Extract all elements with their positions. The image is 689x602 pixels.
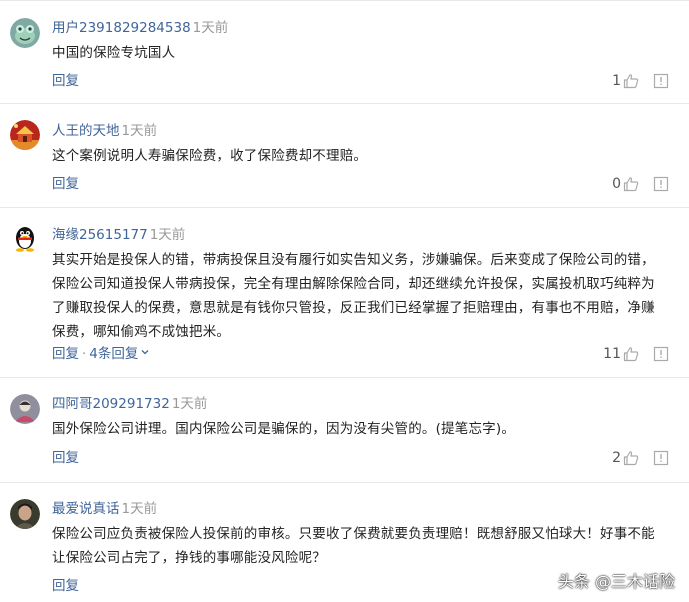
comment-line: 让保险公司占完了，挣钱的事哪能没风险呢？ <box>52 550 326 566</box>
comment-actions: 回复 <box>52 71 79 91</box>
portrait-avatar-icon[interactable] <box>10 499 40 529</box>
comment-line: 中国的保险专坑国人 <box>52 45 176 61</box>
comment-actions: 回复 · 4条回复 <box>52 344 149 364</box>
comment-tools: 1 <box>612 71 669 91</box>
reply-button[interactable]: 回复 <box>52 578 79 594</box>
comment-meta: 最爱说真话 1天前 <box>52 499 157 519</box>
comment-line: 保险公司知道投保人带病投保，完全有理由解除保险合同，却还继续允许投保，实属投机取… <box>52 276 655 292</box>
comment-line: 其实开始是投保人的错，带病投保且没有履行如实告知义务，涉嫌骗保。后来变成了保险公… <box>52 252 655 268</box>
report-icon[interactable] <box>653 450 669 466</box>
comment-tools: 0 <box>612 174 669 194</box>
comment-item: 人王的天地 1天前 这个案例说明人寿骗保险费，收了保险费却不理赔。 回复 0 <box>0 104 689 208</box>
comment-line: 保费，哪知偷鸡不成蚀把米。 <box>52 324 231 340</box>
separator-dot: · <box>82 346 87 362</box>
like-count: 11 <box>603 346 621 362</box>
person-avatar-icon[interactable] <box>10 394 40 424</box>
comment-line: 这个案例说明人寿骗保险费，收了保险费却不理赔。 <box>52 148 368 164</box>
report-icon[interactable] <box>653 73 669 89</box>
comment-meta: 用户2391829284538 1天前 <box>52 18 228 38</box>
username[interactable]: 最爱说真话 <box>52 501 120 517</box>
reply-button[interactable]: 回复 <box>52 346 79 362</box>
like-count: 1 <box>612 73 621 89</box>
comment-time: 1天前 <box>192 20 229 36</box>
comment-item: 用户2391829284538 1天前 中国的保险专坑国人 回复 1 <box>0 0 689 104</box>
comment-time: 1天前 <box>149 227 186 243</box>
comment-line: 保险公司应负责被保险人投保前的审核。只要收了保费就要负责理赔！既想舒服又怕球大！… <box>52 526 655 542</box>
reply-button[interactable]: 回复 <box>52 450 79 466</box>
thumbs-up-icon[interactable] <box>623 346 639 362</box>
comment-text: 其实开始是投保人的错，带病投保且没有履行如实告知义务，涉嫌骗保。后来变成了保险公… <box>52 248 680 344</box>
thumbs-up-icon[interactable] <box>623 450 639 466</box>
comment-list: 用户2391829284538 1天前 中国的保险专坑国人 回复 1 人王的天地… <box>0 0 689 601</box>
thumbs-up-icon[interactable] <box>623 176 639 192</box>
comment-actions: 回复 <box>52 174 79 194</box>
comment-tools: 11 <box>603 344 669 364</box>
reply-button[interactable]: 回复 <box>52 176 79 192</box>
comment-line: 了赚取投保人的保费，意思就是有钱你只管投，反正我们已经掌握了拒赔理由，有事也不用… <box>52 300 655 316</box>
comment-meta: 四阿哥209291732 1天前 <box>52 394 207 414</box>
like-count: 0 <box>612 176 621 192</box>
comment-time: 1天前 <box>121 501 158 517</box>
comment-text: 这个案例说明人寿骗保险费，收了保险费却不理赔。 <box>52 144 680 168</box>
like-count: 2 <box>612 450 621 466</box>
comment-time: 1天前 <box>171 396 208 412</box>
comment-meta: 海缘25615177 1天前 <box>52 225 185 245</box>
chevron-down-icon <box>141 350 149 355</box>
comment-actions: 回复 <box>52 448 79 468</box>
comment-time: 1天前 <box>121 123 158 139</box>
expand-replies-button[interactable]: 4条回复 <box>89 346 149 362</box>
watermark: 头条 @三木话险 <box>557 572 675 591</box>
frog-avatar-icon[interactable] <box>10 18 40 48</box>
comment-meta: 人王的天地 1天前 <box>52 121 157 141</box>
username[interactable]: 人王的天地 <box>52 123 120 139</box>
thumbs-up-icon[interactable] <box>623 73 639 89</box>
username[interactable]: 四阿哥209291732 <box>52 396 170 412</box>
username[interactable]: 用户2391829284538 <box>52 20 191 36</box>
comment-text: 国外保险公司讲理。国内保险公司是骗保的，因为没有尖管的。(提笔忘字)。 <box>52 417 680 441</box>
comment-tools: 2 <box>612 448 669 468</box>
username[interactable]: 海缘25615177 <box>52 227 148 243</box>
comment-line: 国外保险公司讲理。国内保险公司是骗保的，因为没有尖管的。(提笔忘字)。 <box>52 421 516 437</box>
more-replies-label: 4条回复 <box>89 346 139 362</box>
report-icon[interactable] <box>653 346 669 362</box>
comment-actions: 回复 <box>52 576 79 596</box>
penguin-avatar-icon[interactable] <box>10 224 40 254</box>
comment-text: 中国的保险专坑国人 <box>52 41 680 65</box>
comment-item: 四阿哥209291732 1天前 国外保险公司讲理。国内保险公司是骗保的，因为没有… <box>0 378 689 483</box>
reply-button[interactable]: 回复 <box>52 73 79 89</box>
comment-text: 保险公司应负责被保险人投保前的审核。只要收了保费就要负责理赔！既想舒服又怕球大！… <box>52 522 680 570</box>
temple-avatar-icon[interactable] <box>10 120 40 150</box>
comment-item: 海缘25615177 1天前 其实开始是投保人的错，带病投保且没有履行如实告知义务… <box>0 208 689 378</box>
report-icon[interactable] <box>653 176 669 192</box>
